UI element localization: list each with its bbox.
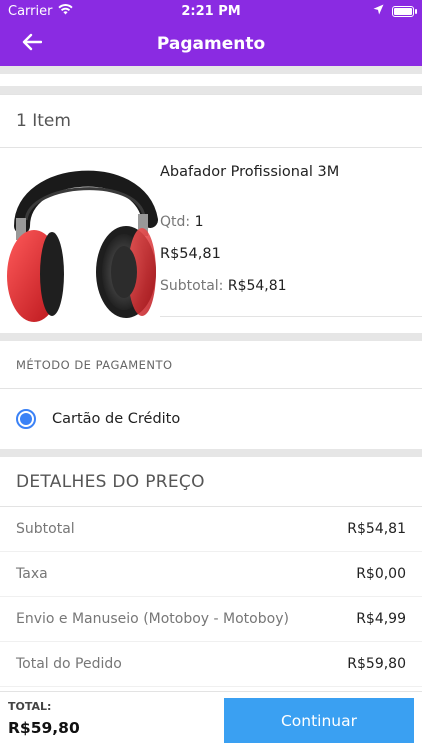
nav-bar: Pagamento [0,22,422,66]
price-row-order-total: Total do Pedido R$59,80 [0,642,422,687]
product-info: Abafador Profissional 3M Qtd: 1 R$54,81 … [160,148,339,333]
back-button[interactable] [10,22,54,66]
status-bar: Carrier 2:21 PM [0,0,422,22]
radio-button[interactable] [16,409,36,429]
continue-button[interactable]: Continuar [224,698,414,743]
wifi-icon [58,3,74,19]
price-row-tax: Taxa R$0,00 [0,552,422,597]
product-qty: Qtd: 1 [160,214,339,230]
total-value: R$59,80 [8,719,80,737]
price-row-value: R$54,81 [347,521,406,537]
section-divider [0,449,422,457]
checkout-bottom-bar: TOTAL: R$59,80 Continuar [0,691,422,750]
price-row-value: R$0,00 [356,566,406,582]
price-details-header: DETALHES DO PREÇO [0,457,422,507]
payment-option-label: Cartão de Crédito [52,411,181,427]
page-title: Pagamento [156,34,266,54]
price-row-value: R$4,99 [356,611,406,627]
qty-value: 1 [194,214,204,230]
product-price: R$54,81 [160,246,221,262]
battery-icon [392,5,417,17]
total-label: TOTAL: [8,700,52,713]
product-row[interactable]: Abafador Profissional 3M Qtd: 1 R$54,81 … [0,148,422,333]
payment-method-header: MÉTODO DE PAGAMENTO [0,341,422,389]
divider [160,316,422,317]
radio-selected-dot [20,413,32,425]
checkout-content[interactable]: 1 Item Abafador Profissional 3M Qtd: 1 R… [0,66,422,691]
subtotal-label: Subtotal: [160,278,224,294]
section-divider [0,66,422,74]
subtotal-value: R$54,81 [227,278,287,294]
carrier-label: Carrier [8,3,53,19]
qty-label: Qtd: [160,214,191,230]
price-row-label: Total do Pedido [16,656,122,672]
payment-option-credit-card[interactable]: Cartão de Crédito [0,389,422,449]
price-row-subtotal: Subtotal R$54,81 [0,507,422,552]
product-image-earmuffs [0,148,160,333]
order-total: TOTAL: R$59,80 [0,692,224,750]
price-row-label: Taxa [16,566,48,582]
status-time: 2:21 PM [181,3,241,19]
product-name: Abafador Profissional 3M [160,164,340,180]
section-divider [0,333,422,341]
location-arrow-icon [373,4,384,19]
product-subtotal: Subtotal: R$54,81 [160,278,339,294]
price-row-label: Envio e Manuseio (Motoboy - Motoboy) [16,611,289,627]
arrow-left-icon [22,33,43,55]
price-row-label: Subtotal [16,521,75,537]
items-count-header: 1 Item [0,94,422,148]
battery-level [394,7,412,15]
price-row-shipping: Envio e Manuseio (Motoboy - Motoboy) R$4… [0,597,422,642]
price-row-value: R$59,80 [347,656,406,672]
section-divider [0,86,422,94]
